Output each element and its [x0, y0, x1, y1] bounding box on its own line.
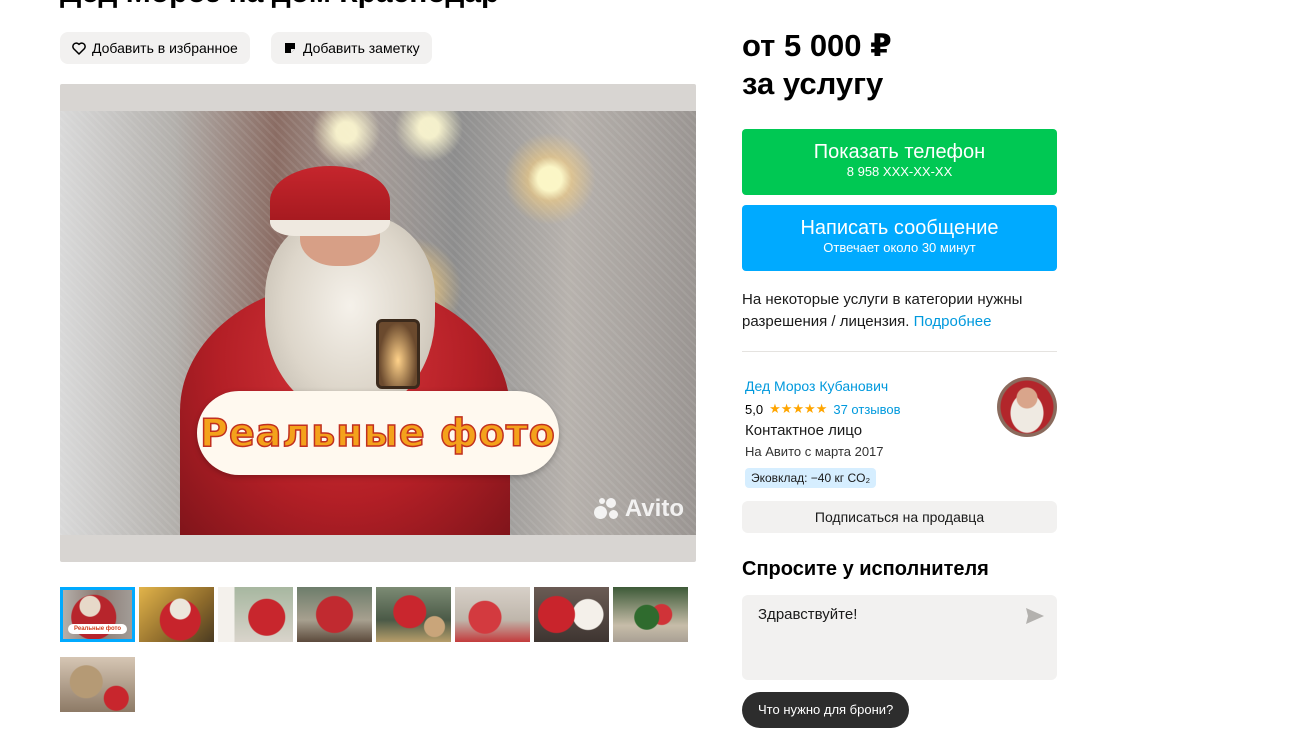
seller-avatar[interactable]	[997, 377, 1057, 437]
avito-logo-icon	[593, 498, 622, 520]
avito-watermark: Avito	[593, 495, 684, 523]
seller-role: Контактное лицо	[745, 422, 863, 439]
thumbnail-1-label: Реальные фото	[68, 624, 127, 634]
thumbnail-5[interactable]	[376, 587, 451, 642]
thumbnail-3[interactable]	[218, 587, 293, 642]
send-icon[interactable]	[1025, 607, 1045, 625]
thumbnail-9[interactable]	[60, 657, 135, 712]
thumbnail-7[interactable]	[534, 587, 609, 642]
add-note-label: Добавить заметку	[303, 40, 420, 56]
real-photo-badge: Реальные фото	[197, 391, 559, 475]
seller-since: На Авито с марта 2017	[745, 444, 884, 459]
real-photo-badge-text: Реальные фото	[199, 410, 556, 456]
write-message-button[interactable]: Написать сообщение Отвечает около 30 мин…	[742, 205, 1057, 271]
thumbnail-4[interactable]	[297, 587, 372, 642]
thumbnail-1[interactable]: Реальные фото	[60, 587, 135, 642]
rating-stars-icon: ★★★★★	[769, 401, 828, 416]
listing-title: Дед Мороз на дом Краснодар	[60, 0, 499, 10]
masked-phone-number: 8 958 XXX-XX-XX	[846, 164, 953, 179]
add-note-button[interactable]: Добавить заметку	[271, 32, 432, 64]
ask-message-text: Здравствуйте!	[758, 606, 858, 623]
thumbnail-2[interactable]	[139, 587, 214, 642]
eco-contribution-badge: Эковклад: −40 кг CO₂	[745, 468, 877, 488]
main-photo-gallery[interactable]: Реальные фото Avito	[60, 84, 696, 562]
quick-question-button[interactable]: Что нужно для брони?	[742, 692, 910, 728]
reviews-link[interactable]: 37 отзывов	[833, 402, 900, 417]
note-icon	[283, 41, 297, 55]
show-phone-label: Показать телефон	[813, 141, 986, 163]
ask-message-input[interactable]: Здравствуйте!	[742, 595, 1057, 680]
subscribe-seller-button[interactable]: Подписаться на продавца	[742, 501, 1057, 533]
show-phone-button[interactable]: Показать телефон 8 958 XXX-XX-XX	[742, 129, 1057, 195]
license-more-link[interactable]: Подробнее	[914, 313, 992, 330]
price-unit: за услугу	[742, 66, 884, 101]
listing-page: Дед Мороз на дом Краснодар Добавить в из…	[0, 0, 1293, 734]
seller-rating: 5,0 ★★★★★ 37 отзывов	[745, 401, 901, 417]
license-notice: На некоторые услуги в категории нужны ра…	[742, 289, 1072, 333]
thumbnail-8[interactable]	[613, 587, 688, 642]
write-message-label: Написать сообщение	[800, 217, 999, 239]
add-to-favorites-button[interactable]: Добавить в избранное	[60, 32, 250, 64]
photo-lantern	[376, 319, 420, 389]
photo-santa-hat	[270, 166, 390, 236]
heart-icon	[72, 41, 86, 55]
price-amount: от 5 000 ₽	[742, 28, 892, 63]
thumbnail-6[interactable]	[455, 587, 530, 642]
add-to-favorites-label: Добавить в избранное	[92, 40, 238, 56]
main-photo: Реальные фото Avito	[60, 111, 696, 535]
rating-value: 5,0	[745, 401, 764, 417]
seller-name-link[interactable]: Дед Мороз Кубанович	[745, 378, 888, 394]
response-time: Отвечает около 30 минут	[823, 240, 976, 255]
divider	[742, 351, 1057, 352]
ask-section-title: Спросите у исполнителя	[742, 558, 989, 580]
price: от 5 000 ₽ за услугу	[742, 27, 892, 103]
avito-watermark-text: Avito	[624, 495, 684, 522]
